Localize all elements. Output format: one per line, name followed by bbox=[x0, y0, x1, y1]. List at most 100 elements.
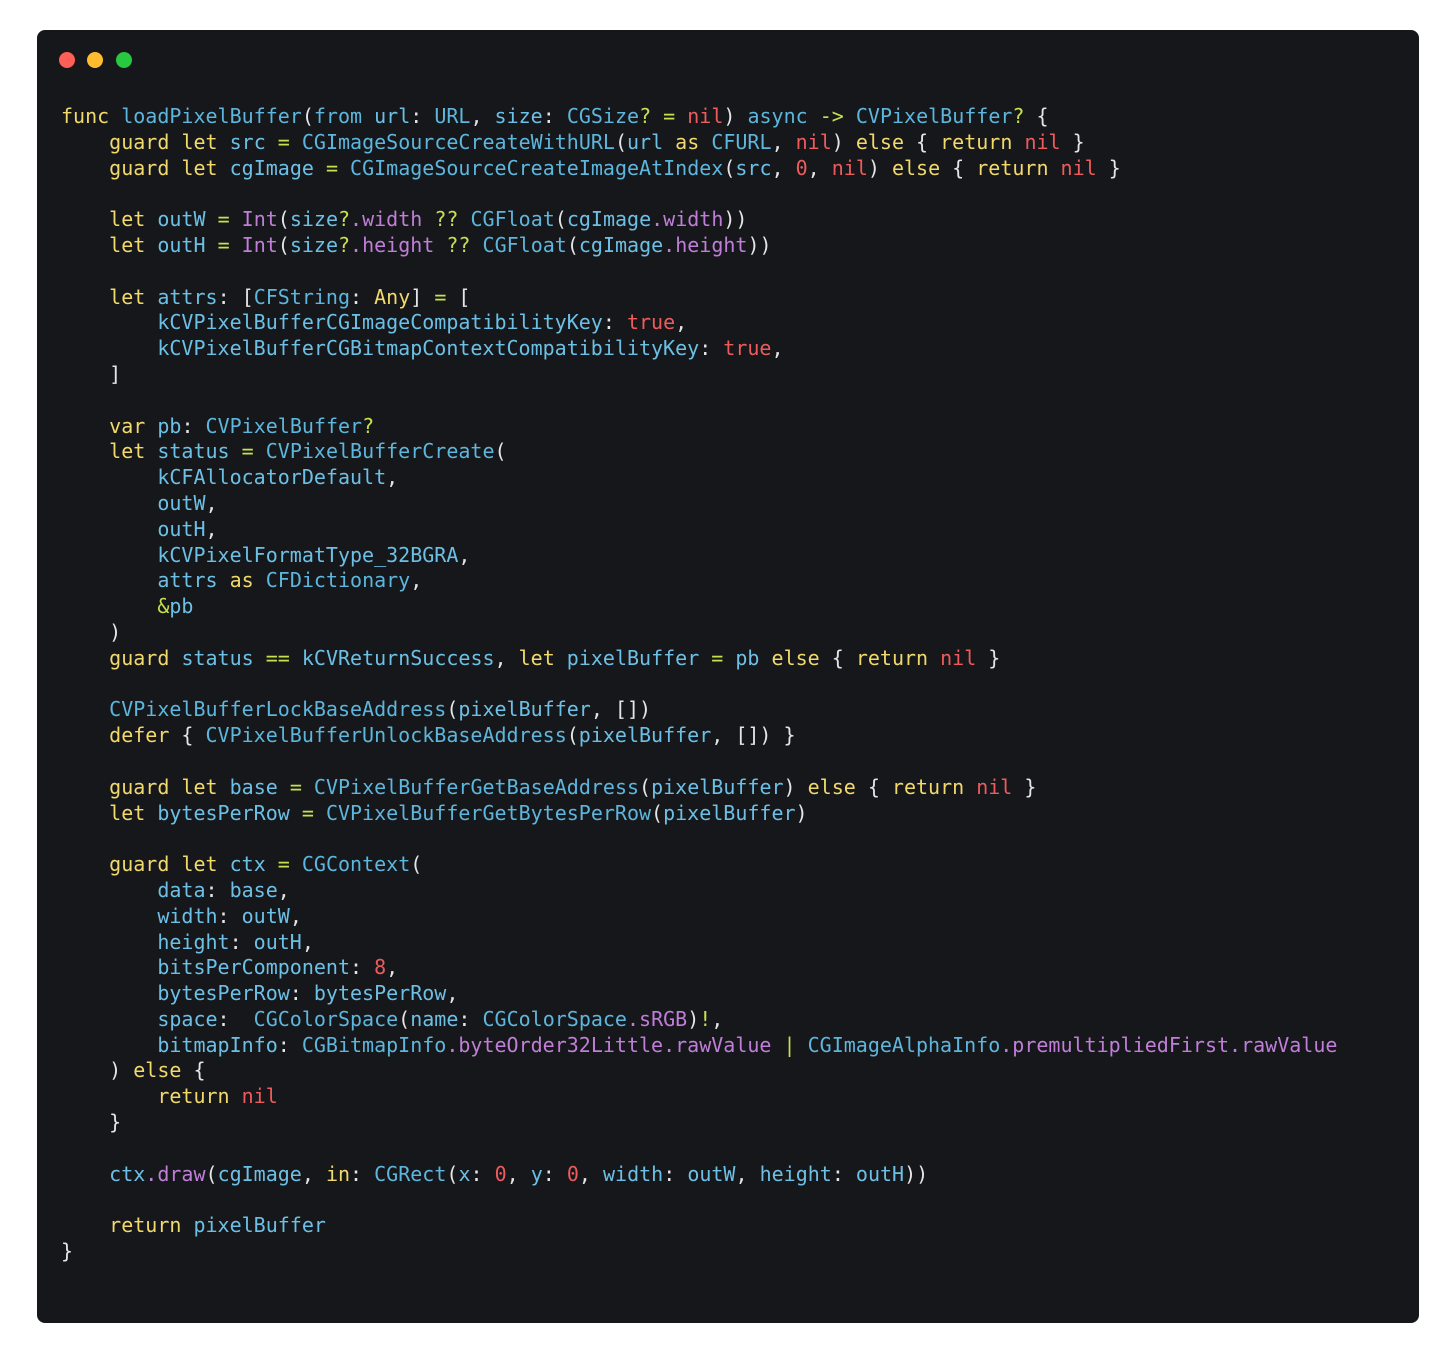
code-token: Any bbox=[374, 284, 411, 309]
code-token: return bbox=[940, 129, 1013, 154]
code-line: ] bbox=[61, 362, 1337, 388]
code-token: outH bbox=[157, 516, 206, 541]
code-token: ( bbox=[723, 155, 736, 180]
code-block: func loadPixelBuffer(from url: URL, size… bbox=[61, 104, 1337, 1265]
code-token: .byteOrder32Little bbox=[446, 1032, 664, 1057]
code-token: : bbox=[229, 929, 254, 954]
code-token: ?? bbox=[446, 232, 471, 257]
code-token: ( bbox=[566, 723, 579, 748]
close-button[interactable] bbox=[59, 52, 75, 68]
code-token: outW bbox=[687, 1161, 736, 1186]
code-window: func loadPixelBuffer(from url: URL, size… bbox=[37, 30, 1419, 1323]
code-token: name bbox=[410, 1006, 459, 1031]
code-token: CVPixelBufferCreate bbox=[265, 439, 495, 464]
code-token: CGImageSourceCreateImageAtIndex bbox=[350, 155, 724, 180]
code-token: nil bbox=[831, 155, 868, 180]
code-token: let bbox=[109, 232, 146, 257]
code-token: : bbox=[350, 284, 375, 309]
code-token: ) bbox=[61, 619, 122, 644]
code-token: : bbox=[663, 1161, 688, 1186]
code-token: { bbox=[819, 645, 856, 670]
code-token: Int bbox=[241, 232, 278, 257]
code-token: = bbox=[325, 155, 338, 180]
code-token: var bbox=[109, 413, 146, 438]
code-token: data bbox=[157, 877, 206, 902]
code-token: outH bbox=[253, 929, 302, 954]
code-token: width bbox=[603, 1161, 664, 1186]
code-token: nil bbox=[1024, 129, 1061, 154]
code-token: outH bbox=[855, 1161, 905, 1186]
code-line: } bbox=[61, 1110, 1337, 1136]
code-token: = bbox=[277, 852, 290, 877]
code-token: } bbox=[976, 645, 1001, 670]
code-token: bitmapInfo bbox=[157, 1032, 278, 1057]
code-token: .height bbox=[663, 232, 748, 257]
code-token: 0 bbox=[566, 1161, 579, 1186]
code-line: guard let cgImage = CGImageSourceCreateI… bbox=[61, 156, 1337, 182]
code-token: ( bbox=[494, 439, 507, 464]
code-token: : bbox=[217, 1006, 254, 1031]
zoom-button[interactable] bbox=[116, 52, 132, 68]
code-token: CFDictionary bbox=[265, 568, 411, 593]
code-token: ? bbox=[362, 413, 375, 438]
code-token: : bbox=[470, 1161, 495, 1186]
code-token: , bbox=[771, 155, 796, 180]
code-token: ? bbox=[639, 104, 652, 128]
code-token: ( bbox=[639, 774, 652, 799]
code-token: let bbox=[518, 645, 555, 670]
code-token: , bbox=[458, 542, 471, 567]
code-token: : bbox=[217, 903, 242, 928]
code-token: , bbox=[807, 155, 832, 180]
code-token: : bbox=[458, 1006, 483, 1031]
code-token: nil bbox=[687, 104, 724, 128]
code-token: { bbox=[181, 1058, 206, 1083]
code-token: ?? bbox=[434, 207, 459, 232]
code-token: ? bbox=[338, 232, 351, 257]
code-token: pb bbox=[169, 594, 194, 619]
code-line: ) else { bbox=[61, 1058, 1337, 1084]
code-token: } bbox=[61, 1239, 74, 1264]
code-token: ) bbox=[795, 800, 808, 825]
code-token: return bbox=[891, 774, 965, 799]
minimize-button[interactable] bbox=[87, 52, 103, 68]
code-token: CVPixelBufferLockBaseAddress bbox=[109, 697, 447, 722]
code-token: kCVPixelBufferCGBitmapContextCompatibili… bbox=[157, 336, 700, 361]
code-token: ( bbox=[205, 1161, 218, 1186]
code-token: : bbox=[349, 955, 375, 980]
code-token: = bbox=[434, 284, 447, 309]
code-line: kCVPixelBufferCGImageCompatibilityKey: t… bbox=[61, 310, 1337, 336]
code-token: , []) } bbox=[711, 723, 796, 748]
code-line: guard status == kCVReturnSuccess, let pi… bbox=[61, 646, 1337, 672]
code-token: ) bbox=[867, 155, 892, 180]
code-token: .premultipliedFirst bbox=[1000, 1032, 1230, 1057]
code-token: kCVReturnSuccess bbox=[301, 645, 495, 670]
code-token: : bbox=[831, 1161, 856, 1186]
code-token: { bbox=[1024, 104, 1049, 128]
code-token: as bbox=[675, 129, 700, 154]
code-line: bitsPerComponent: 8, bbox=[61, 955, 1337, 981]
code-line: ctx.draw(cgImage, in: CGRect(x: 0, y: 0,… bbox=[61, 1162, 1337, 1188]
code-token: } bbox=[1096, 155, 1121, 180]
code-token: , bbox=[277, 877, 290, 902]
code-line: defer { CVPixelBufferUnlockBaseAddress(p… bbox=[61, 723, 1337, 749]
